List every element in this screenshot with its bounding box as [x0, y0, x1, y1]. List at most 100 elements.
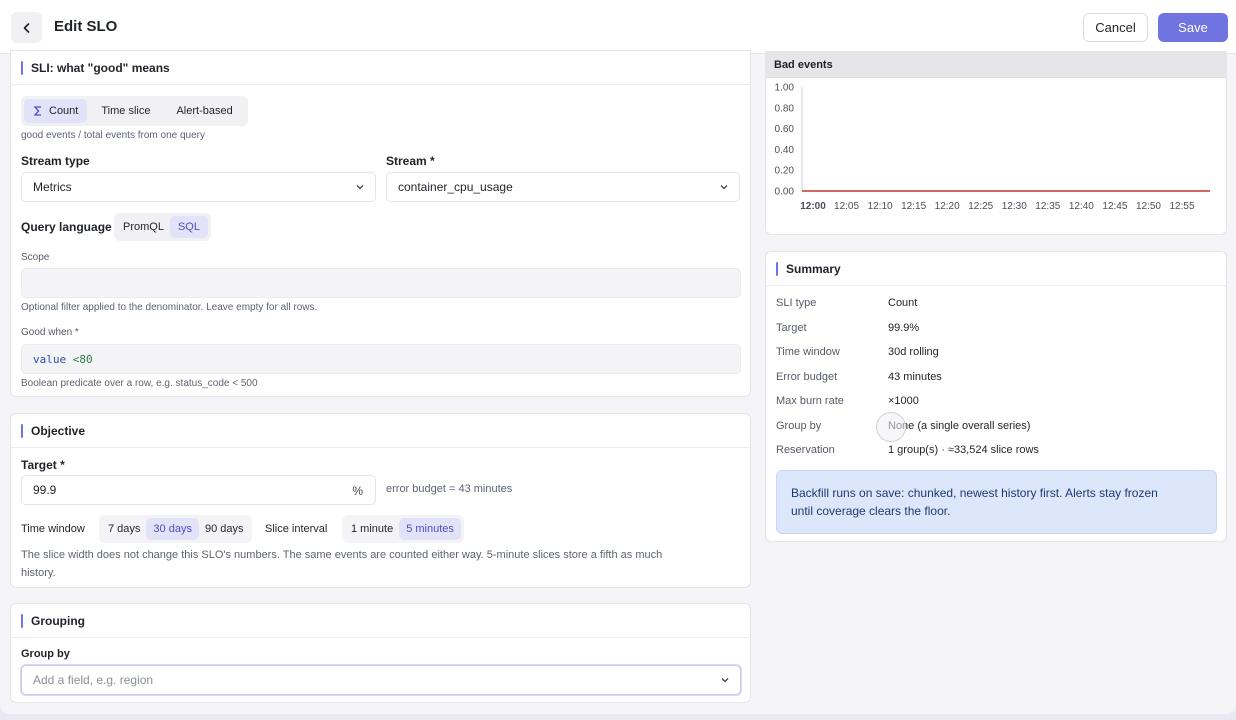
summary-key: Max burn rate — [776, 395, 844, 407]
sli-card: SLI: what "good" means Count Time slice … — [10, 50, 751, 397]
backfill-info-callout: Backfill runs on save: chunked, newest h… — [776, 470, 1217, 534]
time-window-label: Time window — [21, 523, 85, 535]
chevron-down-icon — [720, 185, 728, 190]
grouping-card-header: Grouping — [11, 604, 750, 638]
chevron-down-icon — [721, 678, 729, 683]
tab-sql[interactable]: SQL — [169, 216, 208, 238]
summary-section-title: Summary — [786, 262, 841, 276]
tab-30-days[interactable]: 30 days — [146, 518, 199, 540]
error-budget-hint: error budget = 43 minutes — [386, 483, 513, 495]
chevron-down-icon — [356, 185, 364, 190]
chart-title: Bad events — [774, 59, 833, 71]
scope-hint: Optional filter applied to the denominat… — [21, 302, 318, 313]
x-tick-label: 12:05 — [834, 201, 859, 212]
summary-value: 30d rolling — [888, 346, 939, 358]
scope-input[interactable] — [21, 268, 741, 298]
grouping-section-title: Grouping — [31, 614, 85, 628]
slice-hint-line2: history. — [21, 567, 56, 579]
time-window-tabs: 7 days 30 days 90 days — [99, 515, 253, 543]
chart-header: Bad events — [766, 52, 1226, 78]
bad-events-chart-card: Bad events 1.00 0.80 0.60 0.40 0.20 0.00 12:00… — [765, 51, 1227, 235]
summary-key: Time window — [776, 346, 840, 358]
sli-card-header: SLI: what "good" means — [11, 51, 750, 85]
section-accent-bar — [21, 424, 23, 438]
group-by-label: Group by — [21, 648, 70, 660]
objective-card: Objective Target * 99.9 % error budget =… — [10, 413, 751, 588]
y-tick-label: 1.00 — [775, 83, 795, 94]
stream-type-select[interactable]: Metrics — [21, 172, 376, 202]
summary-key: Group by — [776, 420, 822, 432]
info-line-1: Backfill runs on save: chunked, newest h… — [791, 486, 1158, 500]
bad-events-chart: 1.00 0.80 0.60 0.40 0.20 0.00 12:00 12:05 12:10 1… — [775, 83, 1210, 212]
summary-row-time-window: Time window 30d rolling — [776, 346, 939, 358]
summary-row-reservation: Reservation 1 group(s) · ≈33,524 slice ro… — [776, 444, 1039, 456]
summary-value: 43 minutes — [888, 371, 942, 383]
y-tick-label: 0.40 — [775, 145, 795, 156]
target-value: 99.9 — [33, 483, 57, 497]
summary-card: Summary SLI type Count Target 99.9% Time w… — [765, 251, 1227, 542]
tab-90-days[interactable]: 90 days — [199, 518, 250, 540]
summary-key: Reservation — [776, 444, 835, 456]
query-language-label: Query language — [21, 220, 112, 234]
stream-value: container_cpu_usage — [398, 180, 513, 194]
good-when-label: Good when * — [21, 327, 79, 338]
good-when-keyword: value — [33, 352, 67, 366]
target-input[interactable]: 99.9 % — [21, 475, 376, 505]
x-tick-label: 12:45 — [1102, 201, 1127, 212]
sli-mode-tabs: Count Time slice Alert-based — [21, 96, 248, 126]
x-tick-label: 12:40 — [1069, 201, 1094, 212]
summary-row-sli-type: SLI type Count — [776, 297, 917, 309]
tab-5-minutes[interactable]: 5 minutes — [399, 518, 461, 540]
y-tick-label: 0.80 — [775, 103, 795, 114]
cancel-button[interactable]: Cancel — [1083, 13, 1148, 42]
tab-promql[interactable]: PromQL — [117, 216, 170, 238]
grouping-card: Grouping Group by Add a field, e.g. regi… — [10, 603, 751, 703]
good-when-expression: <80 — [72, 352, 93, 366]
summary-value: Count — [888, 297, 918, 309]
stream-select[interactable]: container_cpu_usage — [386, 172, 740, 202]
query-language-tabs: PromQL SQL — [114, 213, 211, 241]
top-bar: Edit SLO Cancel Save — [0, 0, 1236, 54]
objective-card-header: Objective — [11, 414, 750, 448]
tab-1-minute[interactable]: 1 minute — [345, 518, 399, 540]
x-tick-label: 12:15 — [901, 201, 926, 212]
save-button[interactable]: Save — [1158, 13, 1228, 42]
x-tick-label: 12:35 — [1035, 201, 1060, 212]
back-button[interactable] — [11, 12, 42, 43]
tab-7-days[interactable]: 7 days — [102, 518, 146, 540]
summary-key: Error budget — [776, 371, 838, 383]
y-tick-label: 0.00 — [775, 187, 795, 198]
summary-key: Target — [776, 322, 807, 334]
sigma-icon — [33, 106, 41, 116]
stream-type-value: Metrics — [33, 180, 72, 194]
stream-label: Stream * — [386, 154, 435, 168]
info-line-2: until coverage clears the floor. — [791, 504, 951, 518]
tab-alert-based[interactable]: Alert-based — [164, 99, 244, 123]
slice-interval-label: Slice interval — [265, 523, 328, 535]
group-by-placeholder: Add a field, e.g. region — [33, 673, 154, 687]
sli-section-title: SLI: what "good" means — [31, 61, 170, 75]
y-tick-label: 0.60 — [775, 124, 795, 135]
good-when-hint: Boolean predicate over a row, e.g. statu… — [21, 378, 258, 389]
chevron-left-icon — [23, 22, 29, 33]
summary-row-error-budget: Error budget 43 minutes — [776, 371, 942, 383]
objective-section-title: Objective — [31, 424, 86, 438]
tab-count-label: Count — [49, 105, 79, 117]
section-accent-bar — [776, 262, 778, 276]
scope-label: Scope — [21, 252, 50, 263]
tab-time-slice[interactable]: Time slice — [87, 99, 164, 123]
good-when-editor[interactable]: value <80 — [21, 344, 741, 374]
x-tick-label: 12:00 — [800, 201, 826, 212]
summary-value: 99.9% — [888, 322, 920, 334]
summary-key: SLI type — [776, 297, 817, 309]
summary-value: ×1000 — [888, 395, 919, 407]
x-tick-label: 12:10 — [868, 201, 893, 212]
tab-count[interactable]: Count — [24, 99, 88, 123]
x-tick-label: 12:20 — [935, 201, 960, 212]
group-by-input[interactable]: Add a field, e.g. region — [21, 665, 741, 695]
stream-type-label: Stream type — [21, 154, 90, 168]
page-title: Edit SLO — [54, 18, 118, 35]
x-tick-label: 12:30 — [1002, 201, 1027, 212]
summary-row-max-burn-rate: Max burn rate ×1000 — [776, 395, 919, 407]
slice-hint-line1: The slice width does not change this SLO… — [21, 549, 663, 561]
